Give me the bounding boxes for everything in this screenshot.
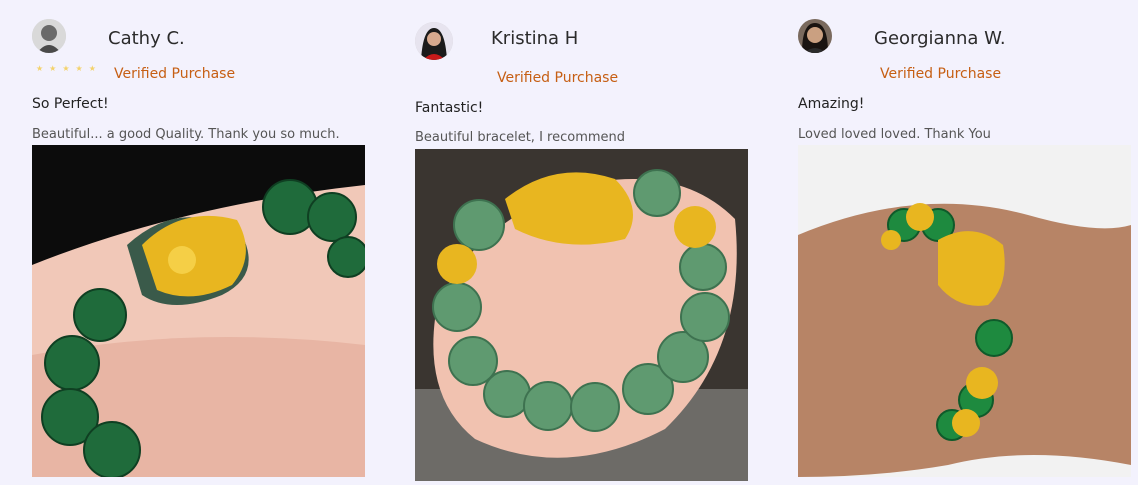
review-title: Fantastic! <box>415 100 484 116</box>
avatar <box>415 22 453 60</box>
star-rating: ★★★★★ <box>36 64 102 73</box>
review-body: Loved loved loved. Thank You <box>798 127 991 142</box>
bracelet-photo-icon <box>415 149 748 481</box>
verified-purchase-badge: Verified Purchase <box>880 66 1002 82</box>
review-photo[interactable] <box>32 145 365 477</box>
reviewer-name: Cathy C. <box>108 28 185 49</box>
reviewer-name: Kristina H <box>491 28 579 49</box>
bracelet-photo-icon <box>798 145 1131 477</box>
review-body: Beautiful... a good Quality. Thank you s… <box>32 127 340 142</box>
review-photo[interactable] <box>798 145 1131 477</box>
reviewer-name: Georgianna W. <box>874 28 1006 49</box>
avatar <box>32 19 66 53</box>
review-photo[interactable] <box>415 149 748 481</box>
review-body: Beautiful bracelet, I recommend <box>415 130 626 145</box>
review-title: So Perfect! <box>32 96 109 112</box>
verified-purchase-badge: Verified Purchase <box>497 70 619 86</box>
review-card-kristina: Kristina H Verified Purchase Fantastic! … <box>415 0 755 485</box>
avatar <box>798 19 832 53</box>
review-title: Amazing! <box>798 96 865 112</box>
bracelet-photo-icon <box>32 145 365 477</box>
review-card-georgianna: Georgianna W. Verified Purchase Amazing!… <box>798 0 1138 485</box>
verified-purchase-badge: Verified Purchase <box>114 66 236 82</box>
review-card-cathy: Cathy C. ★★★★★ Verified Purchase So Perf… <box>32 0 372 485</box>
